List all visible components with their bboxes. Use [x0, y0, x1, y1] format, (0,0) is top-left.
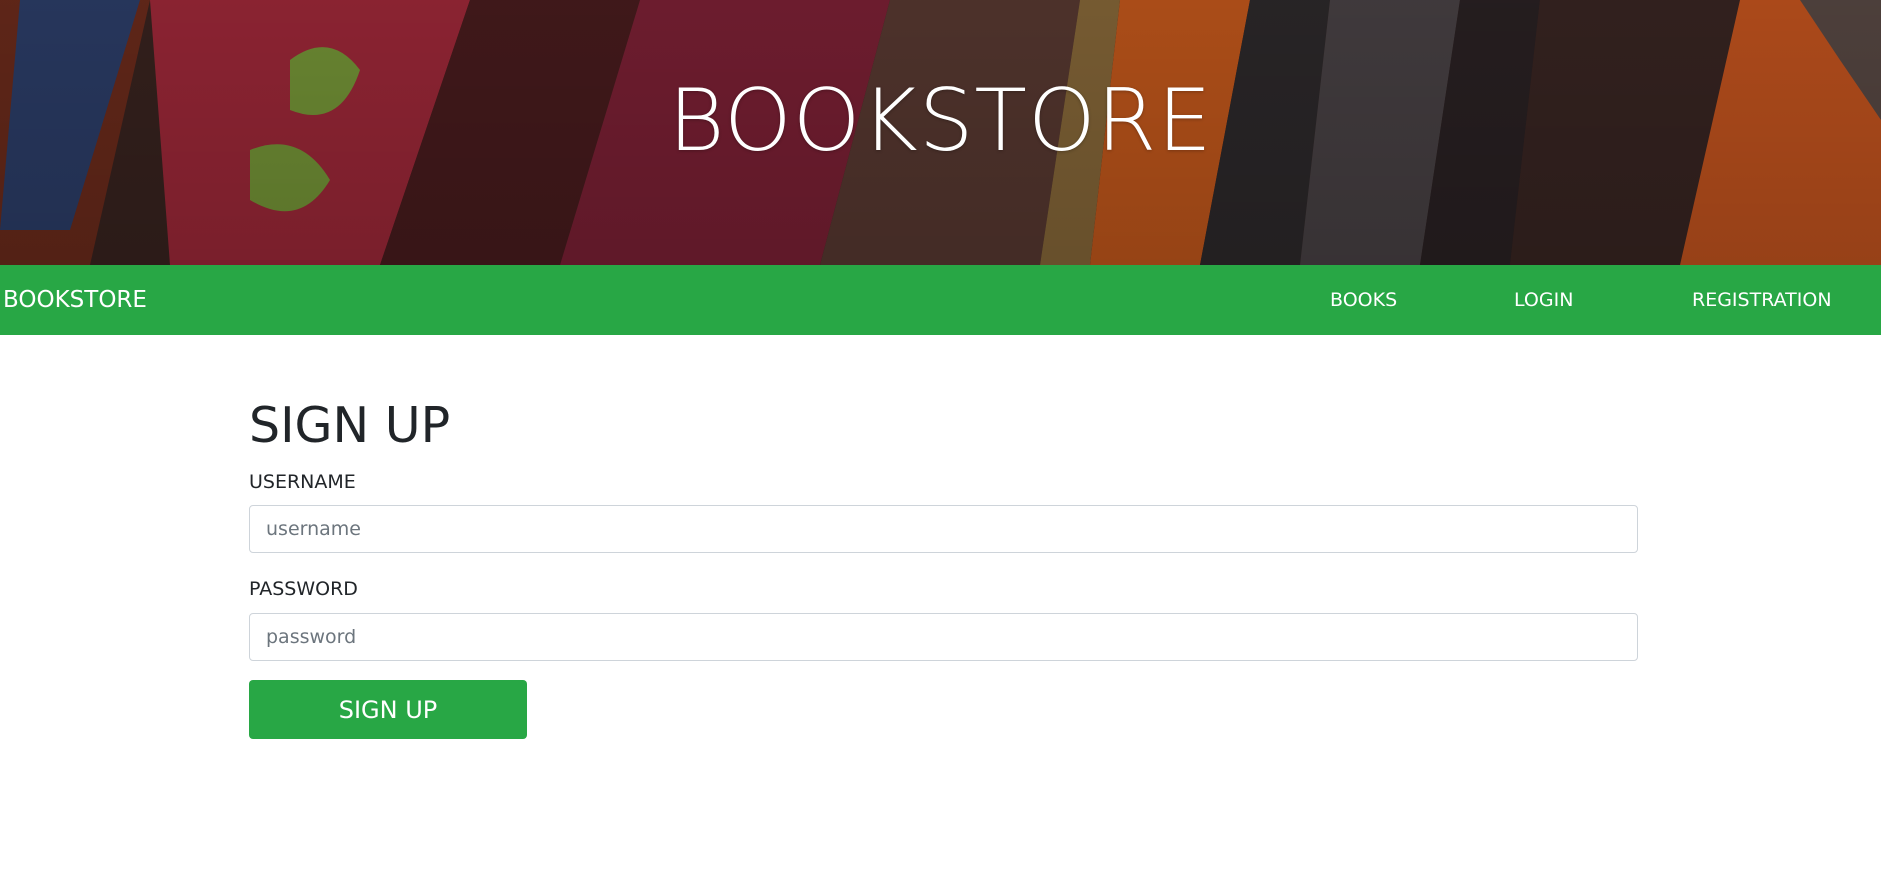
navbar: BOOKSTORE BOOKS LOGIN REGISTRATION — [0, 265, 1881, 335]
nav-link-login[interactable]: LOGIN — [1514, 265, 1573, 335]
hero-title: BOOKSTORE — [668, 71, 1213, 171]
sign-up-button[interactable]: SIGN UP — [249, 680, 527, 739]
navbar-brand[interactable]: BOOKSTORE — [3, 265, 147, 335]
password-input[interactable] — [249, 613, 1638, 661]
page-title: SIGN UP — [249, 397, 451, 454]
username-input[interactable] — [249, 505, 1638, 553]
password-label: PASSWORD — [249, 578, 358, 600]
username-label: USERNAME — [249, 471, 356, 493]
nav-link-books[interactable]: BOOKS — [1330, 265, 1397, 335]
nav-link-registration[interactable]: REGISTRATION — [1692, 265, 1832, 335]
hero-banner: BOOKSTORE — [0, 0, 1881, 265]
